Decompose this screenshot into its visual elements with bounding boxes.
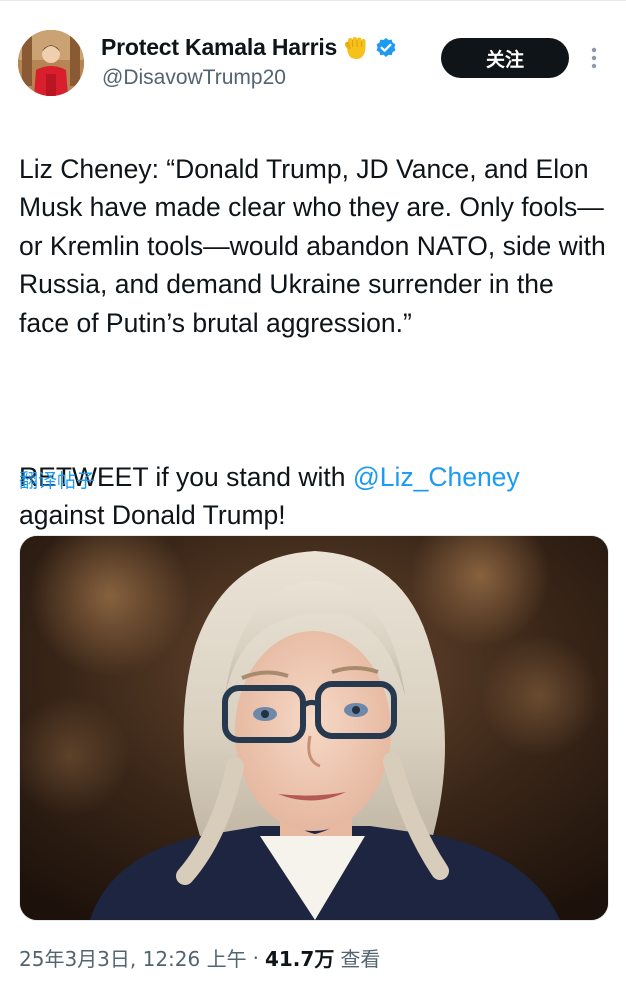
avatar-image	[18, 30, 84, 96]
tweet-paragraph-quote: Liz Cheney: “Donald Trump, JD Vance, and…	[19, 153, 606, 338]
more-options-icon[interactable]	[586, 44, 602, 72]
display-name-row: Protect Kamala Harris	[101, 34, 397, 61]
tweet-text: Liz Cheney: “Donald Trump, JD Vance, and…	[19, 111, 609, 573]
author-avatar[interactable]	[18, 30, 84, 96]
display-name[interactable]: Protect Kamala Harris	[101, 34, 337, 61]
tweet-meta: 25年3月3日, 12:26 上午 · 41.7万 查看	[19, 943, 380, 972]
top-divider	[0, 0, 626, 1]
retweet-text-after: against Donald Trump!	[19, 500, 286, 530]
views-count: 41.7万	[264, 947, 335, 971]
post-timestamp[interactable]: 25年3月3日, 12:26 上午	[19, 943, 247, 972]
raised-fist-icon	[343, 35, 369, 61]
translate-post-link[interactable]: 翻译帖子	[19, 466, 95, 493]
verified-badge-icon	[375, 37, 397, 59]
portrait-photo	[20, 536, 608, 920]
tweet-media-photo[interactable]	[19, 535, 609, 921]
author-handle[interactable]: @DisavowTrump20	[102, 66, 286, 90]
follow-button[interactable]: 关注	[441, 38, 569, 78]
views-label[interactable]: 查看	[340, 943, 380, 972]
meta-separator: ·	[252, 945, 259, 970]
mention-link[interactable]: @Liz_Cheney	[353, 462, 520, 492]
tweet-paragraph-retweet: RETWEET if you stand with @Liz_Cheney ag…	[19, 458, 609, 535]
